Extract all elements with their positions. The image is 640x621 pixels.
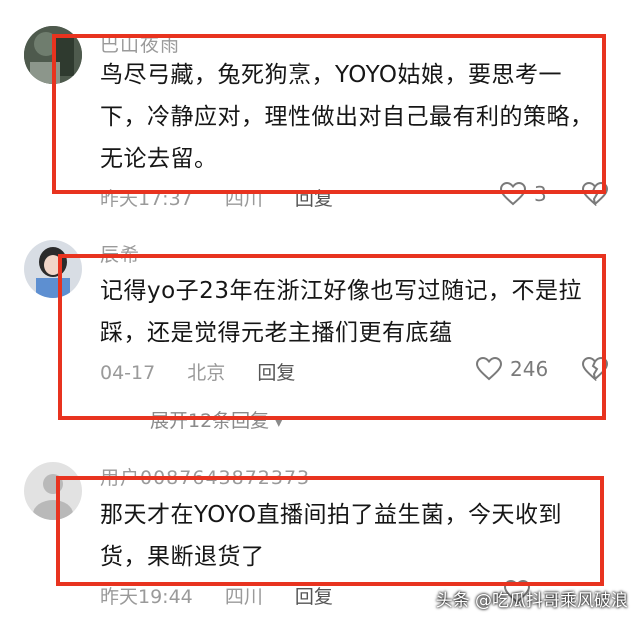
avatar[interactable] [24, 462, 82, 520]
comment-time: 昨天19:44 [100, 586, 193, 608]
like-count: 3 [534, 182, 547, 206]
like-button[interactable]: 3 [500, 182, 547, 206]
comment-meta: 04-17 北京 回复 [100, 358, 321, 385]
comment-location: 北京 [187, 362, 226, 384]
dislike-button[interactable] [581, 356, 609, 385]
comment-location: 四川 [224, 586, 263, 608]
username[interactable]: 辰希 [100, 240, 140, 267]
like-button[interactable]: 246 [476, 357, 548, 381]
comment-time: 04-17 [100, 362, 156, 384]
reply-button[interactable]: 回复 [257, 362, 295, 384]
dislike-button[interactable] [581, 181, 609, 210]
comment-meta: 昨天17:37 四川 回复 [100, 184, 359, 211]
comment-location: 四川 [224, 188, 263, 210]
comment-time: 昨天17:37 [100, 188, 193, 210]
avatar[interactable] [24, 240, 82, 298]
broken-heart-icon [581, 181, 609, 207]
comment-text: 那天才在YOYO直播间拍了益生菌，今天收到货，果断退货了 [100, 502, 563, 570]
comment-text: 记得yo子23年在浙江好像也写过随记，不是拉踩，还是觉得元老主播们更有底蕴 [100, 278, 582, 346]
heart-icon [476, 357, 502, 381]
broken-heart-icon [581, 356, 609, 382]
chevron-down-icon: ▾ [275, 415, 283, 431]
avatar[interactable] [24, 26, 82, 84]
username[interactable]: 用户0087643872373 [100, 463, 310, 490]
comment-meta: 昨天19:44 四川 回复 [100, 582, 359, 609]
reply-button[interactable]: 回复 [295, 586, 333, 608]
watermark: 头条 @吃瓜抖哥乘风破浪 [435, 591, 628, 611]
like-count: 246 [510, 357, 549, 381]
username[interactable]: 巴山夜雨 [100, 30, 180, 57]
reply-button[interactable]: 回复 [295, 188, 333, 210]
heart-icon [500, 182, 526, 206]
expand-replies-button[interactable]: 展开12条回复 ▾ [150, 406, 282, 433]
comment-text: 鸟尽弓藏，兔死狗烹，YOYO姑娘，要思考一下，冷静应对，理性做出对自己最有利的策… [100, 62, 594, 172]
